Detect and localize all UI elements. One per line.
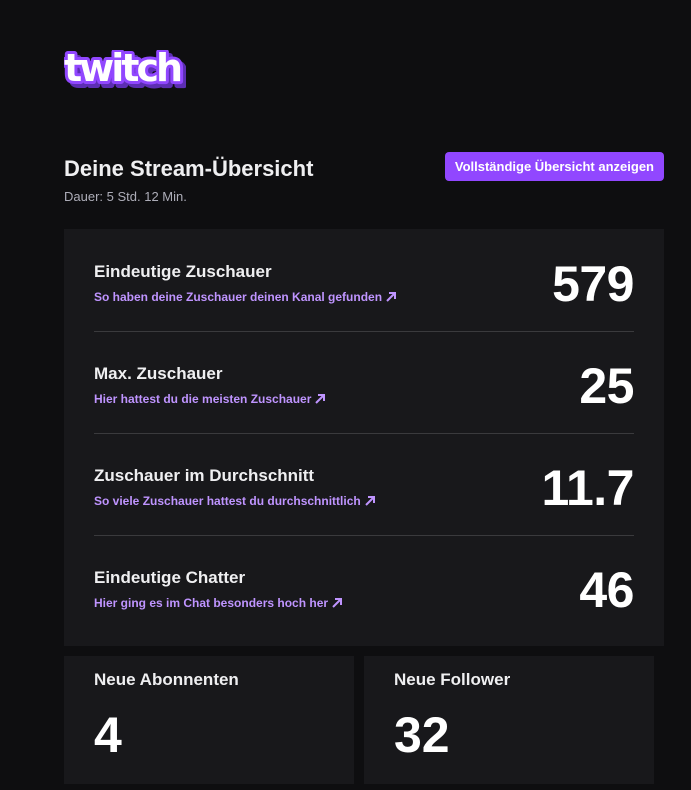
- stat-label: Zuschauer im Durchschnitt: [94, 466, 315, 485]
- stat-link-average-viewers[interactable]: So viele Zuschauer hattest du durchschni…: [94, 493, 376, 509]
- twitch-logo: twitch twitch twitch: [64, 50, 186, 94]
- stat-link-text[interactable]: So viele Zuschauer hattest du durchschni…: [94, 494, 361, 508]
- summary-header: Deine Stream-Übersicht Dauer: 5 Std. 12 …: [64, 152, 664, 205]
- new-subscribers-value: 4: [94, 707, 122, 763]
- stat-unique-viewers: Eindeutige Zuschauer So haben deine Zusc…: [94, 229, 634, 332]
- stat-value: 25: [579, 358, 634, 414]
- stream-summary-page: twitch twitch twitch Deine Stream-Übersi…: [0, 0, 691, 790]
- new-followers-label: Neue Follower: [394, 670, 511, 689]
- stream-duration: Dauer: 5 Std. 12 Min.: [64, 189, 187, 204]
- stat-label: Max. Zuschauer: [94, 364, 223, 383]
- stat-average-viewers: Zuschauer im Durchschnitt So viele Zusch…: [94, 433, 634, 536]
- arrow-up-right-icon: [365, 496, 375, 506]
- stat-link-unique-viewers[interactable]: So haben deine Zuschauer deinen Kanal ge…: [94, 289, 397, 305]
- new-followers-value: 32: [394, 707, 450, 763]
- full-overview-button[interactable]: Vollständige Übersicht anzeigen: [444, 152, 664, 181]
- stat-unique-chatters: Eindeutige Chatter Hier ging es im Chat …: [94, 535, 634, 637]
- stat-link-max-viewers[interactable]: Hier hattest du die meisten Zuschauer: [94, 391, 326, 407]
- svg-text:twitch: twitch: [64, 50, 181, 90]
- stat-value: 46: [579, 562, 634, 618]
- stat-link-text[interactable]: Hier hattest du die meisten Zuschauer: [94, 392, 311, 406]
- stat-value: 11.7: [541, 460, 634, 516]
- arrow-up-right-icon: [386, 292, 397, 302]
- stats-card: Eindeutige Zuschauer So haben deine Zusc…: [64, 229, 664, 646]
- new-subscribers-label: Neue Abonnenten: [94, 670, 239, 689]
- new-followers-card: Neue Follower 32: [364, 656, 654, 784]
- stat-label: Eindeutige Chatter: [94, 568, 246, 587]
- new-subscribers-card: Neue Abonnenten 4: [64, 656, 354, 784]
- arrow-up-right-icon: [315, 394, 326, 404]
- arrow-up-right-icon: [332, 598, 343, 608]
- stat-max-viewers: Max. Zuschauer Hier hattest du die meist…: [94, 331, 634, 434]
- stat-link-text[interactable]: Hier ging es im Chat besonders hoch her: [94, 596, 328, 610]
- stat-link-unique-chatters[interactable]: Hier ging es im Chat besonders hoch her: [94, 595, 343, 611]
- stat-link-text[interactable]: So haben deine Zuschauer deinen Kanal ge…: [94, 290, 382, 304]
- stat-value: 579: [552, 256, 634, 312]
- stat-label: Eindeutige Zuschauer: [94, 262, 272, 281]
